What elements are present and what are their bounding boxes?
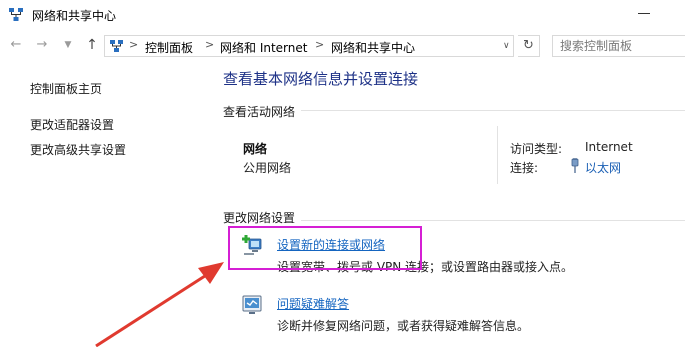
page-title: 查看基本网络信息并设置连接 <box>223 70 419 88</box>
sidebar-item-sharing-settings[interactable]: 更改高级共享设置 <box>30 141 126 158</box>
address-history-icon[interactable]: ∨ <box>503 41 510 51</box>
breadcrumb-separator[interactable]: > <box>315 38 324 51</box>
access-type-label: 访问类型: <box>510 142 563 156</box>
control-panel-icon <box>110 40 123 52</box>
breadcrumb-network-center[interactable]: 网络和共享中心 <box>331 39 415 56</box>
troubleshoot-description: 诊断并修复网络问题，或者获得疑难解答信息。 <box>277 319 530 333</box>
network-name: 网络 <box>243 142 268 156</box>
sidebar-item-adapter-settings[interactable]: 更改适配器设置 <box>30 116 114 133</box>
column-divider <box>497 126 498 184</box>
breadcrumb-network-internet[interactable]: 网络和 Internet <box>220 39 307 56</box>
ethernet-icon <box>571 158 579 173</box>
network-category-link: 公用网络 <box>243 161 292 175</box>
active-networks-heading: 查看活动网络 <box>223 103 302 120</box>
search-input[interactable] <box>553 36 685 56</box>
forward-arrow-icon[interactable]: → <box>34 36 50 54</box>
minimize-button[interactable] <box>638 13 650 14</box>
title-bar: 网络和共享中心 <box>0 0 685 30</box>
refresh-icon[interactable]: ↻ <box>518 35 540 57</box>
change-settings-heading: 更改网络设置 <box>223 209 302 226</box>
recent-locations-icon[interactable]: ▼ <box>60 36 76 54</box>
highlight-box <box>228 226 422 270</box>
troubleshoot-icon[interactable] <box>240 293 264 317</box>
access-type-value: Internet <box>585 140 633 154</box>
sidebar-item-home[interactable]: 控制面板主页 <box>30 80 102 97</box>
connection-label: 连接: <box>510 161 539 175</box>
ethernet-connection-link[interactable]: 以太网 <box>585 159 621 176</box>
breadcrumb-control-panel[interactable]: 控制面板 <box>145 39 193 56</box>
breadcrumb-separator[interactable]: > <box>129 38 138 51</box>
up-arrow-icon[interactable]: ↑ <box>84 36 100 54</box>
breadcrumb-separator[interactable]: > <box>205 38 214 51</box>
search-box[interactable] <box>552 35 685 57</box>
window-title: 网络和共享中心 <box>32 9 117 23</box>
troubleshoot-link[interactable]: 问题疑难解答 <box>277 295 349 312</box>
back-arrow-icon[interactable]: ← <box>8 36 24 54</box>
address-bar[interactable]: > 控制面板 > 网络和 Internet > 网络和共享中心 ∨ <box>104 35 514 57</box>
navigation-bar: ← → ▼ ↑ > 控制面板 > 网络和 Internet > 网络和共享中心 … <box>0 34 685 58</box>
network-center-icon <box>9 8 23 21</box>
